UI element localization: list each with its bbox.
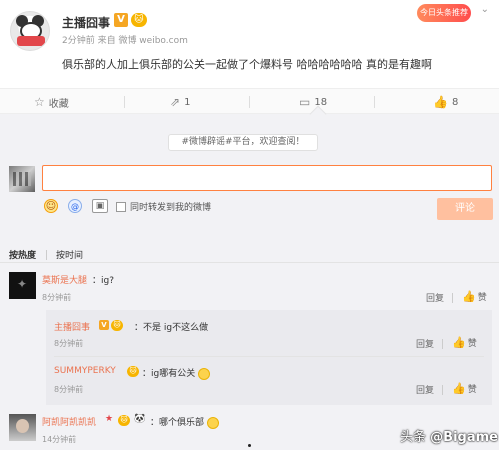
corner-badge: 今日头条推荐	[417, 4, 471, 22]
level-badge-icon: 🐱	[131, 13, 147, 27]
reply-time: 8分钟前	[54, 385, 84, 394]
like-button[interactable]: 👍 8	[433, 89, 458, 115]
reply-button[interactable]: 回复	[426, 291, 444, 304]
comment-text: ：哪个俱乐部	[150, 415, 219, 429]
comment-text: ：ig?	[92, 276, 114, 286]
star-badge-icon: ★	[105, 414, 114, 424]
action-divider	[442, 385, 443, 395]
reply-author-name[interactable]: 主播囧事	[54, 320, 90, 333]
comment-input[interactable]	[42, 165, 492, 191]
star-outline-icon: ☆	[34, 95, 45, 109]
sort-by-hot[interactable]: 按热度	[9, 248, 36, 261]
laughing-emoji-icon	[198, 367, 211, 380]
thumbs-up-icon: 👍	[452, 382, 466, 395]
comment-time: 8分钟前	[42, 293, 72, 302]
comment-like-button[interactable]: 👍 赞	[462, 290, 487, 303]
sort-bar: 按热度 按时间	[0, 240, 499, 261]
level-badge-icon: 🐱	[127, 366, 139, 377]
action-bar: ☆ 收藏 ⇗ 1 ▭ 1 8 👍 8	[0, 88, 499, 114]
action-divider	[374, 96, 375, 108]
commenter-name[interactable]: 阿凯阿凯凯凯	[42, 415, 96, 428]
sort-by-time[interactable]: 按时间	[56, 248, 83, 261]
comment-time: 14分钟前	[42, 435, 77, 444]
author-name[interactable]: 主播囧事	[62, 14, 110, 31]
post-meta: 2分钟前 来自 微博 weibo.com	[62, 36, 188, 46]
favorite-button[interactable]: ☆ 收藏	[34, 89, 69, 115]
reply-text: ：ig哪有公关	[142, 366, 211, 380]
forward-button[interactable]: ⇗ 1	[170, 89, 190, 115]
rumor-notice-link[interactable]: #微博辟谣#平台，欢迎查阅！	[168, 134, 318, 151]
thumbs-up-icon: 👍	[433, 95, 448, 109]
image-icon[interactable]: ▣	[92, 199, 108, 213]
panda-badge-icon: 🐼	[134, 414, 146, 424]
sort-divider	[46, 250, 47, 260]
like-label: 赞	[477, 293, 487, 303]
post-card: 主播囧事 V 🐱 2分钟前 来自 微博 weibo.com 今日头条推荐 ⌄ 俱…	[0, 0, 499, 88]
reply-divider	[54, 356, 484, 357]
action-divider	[249, 96, 250, 108]
sync-forward-label: 同时转发到我的微博	[130, 203, 212, 213]
like-label: 赞	[467, 385, 477, 395]
commenter-avatar[interactable]	[9, 414, 36, 441]
verified-badge-icon: V	[99, 320, 109, 330]
watermark: 头条 @Bigame	[400, 426, 498, 445]
reply-button[interactable]: 回复	[416, 337, 434, 350]
level-badge-icon: 🐱	[111, 320, 123, 331]
action-divider	[124, 96, 125, 108]
thumbs-up-icon: 👍	[452, 336, 466, 349]
submit-comment-button[interactable]: 评论	[437, 198, 493, 220]
commenter-avatar[interactable]	[9, 272, 36, 299]
avatar-bus	[17, 36, 45, 46]
reply-button[interactable]: 回复	[416, 383, 434, 396]
post-menu-chevron-icon[interactable]: ⌄	[481, 4, 489, 15]
reply-author-name[interactable]: SUMMYPERKY	[54, 366, 116, 376]
action-divider	[442, 339, 443, 349]
like-label: 赞	[467, 339, 477, 349]
smile-emoji-icon	[206, 416, 219, 429]
verified-badge-icon: V	[114, 13, 128, 27]
emoji-icon[interactable]: ☺	[44, 199, 58, 213]
reply-time: 8分钟前	[54, 339, 84, 348]
forward-icon: ⇗	[170, 95, 181, 109]
action-divider	[452, 293, 453, 303]
sort-divider-line	[0, 262, 499, 263]
reply-text: ：不是 ig不这么做	[134, 323, 209, 333]
post-text: 俱乐部的人加上俱乐部的公关一起做了个爆料号 哈哈哈哈哈哈 真的是有趣啊	[62, 58, 432, 71]
page-indicator-dot	[248, 444, 251, 447]
reply-like-button[interactable]: 👍 赞	[452, 336, 477, 349]
author-avatar[interactable]	[10, 11, 50, 51]
mention-icon[interactable]: @	[68, 199, 82, 213]
comment-icon: ▭	[299, 95, 311, 109]
favorite-label: 收藏	[48, 98, 69, 110]
thumbs-up-icon: 👍	[462, 290, 476, 303]
like-count: 8	[451, 96, 459, 108]
watermark-prefix: 头条	[400, 430, 427, 445]
forward-count: 1	[184, 96, 191, 108]
reply-like-button[interactable]: 👍 赞	[452, 382, 477, 395]
current-user-avatar	[9, 166, 35, 192]
sync-forward-checkbox[interactable]	[116, 202, 126, 212]
comment-text-value: ：哪个俱乐部	[150, 418, 205, 428]
watermark-handle: @Bigame	[430, 430, 498, 445]
level-badge-icon: 🐱	[118, 415, 130, 426]
commenter-name[interactable]: 莫斯是大腿	[42, 273, 87, 286]
reply-text-value: ：ig哪有公关	[142, 369, 196, 379]
